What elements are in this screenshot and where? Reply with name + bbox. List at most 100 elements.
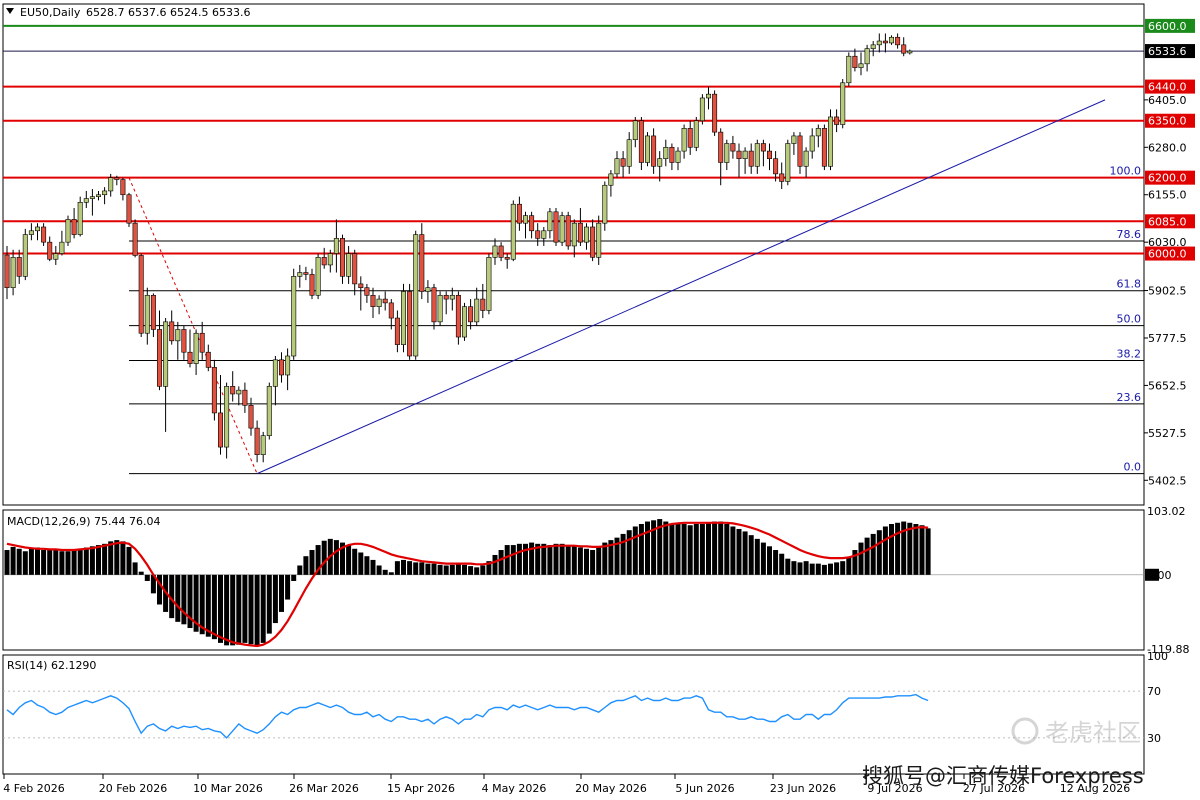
- x-tick-label: 5 Jun 2026: [675, 782, 734, 795]
- macd-bar: [718, 521, 724, 575]
- macd-bar: [425, 563, 431, 575]
- macd-bar: [712, 521, 718, 575]
- candle-body: [285, 355, 291, 376]
- macd-bar: [882, 526, 888, 575]
- candle-body: [632, 120, 638, 141]
- macd-bar: [889, 524, 894, 575]
- macd-bar: [687, 525, 693, 575]
- macd-bar: [870, 533, 876, 575]
- trading-chart[interactable]: 6405.06280.06155.06030.05902.55777.55652…: [0, 0, 1200, 800]
- candle-body: [901, 44, 907, 54]
- candle: [827, 109, 833, 171]
- candle-body: [291, 276, 297, 357]
- macd-bar: [449, 564, 455, 575]
- macd-bar: [809, 563, 815, 575]
- candle-body: [22, 234, 28, 277]
- price-ohlc: 6528.7 6537.6 6524.5 6533.6: [86, 6, 250, 19]
- candle-body: [352, 253, 358, 285]
- candle-body: [773, 158, 779, 175]
- candle-body: [577, 222, 583, 243]
- candle-body: [882, 40, 888, 44]
- candle-body: [553, 211, 559, 243]
- candle-body: [705, 93, 711, 99]
- candle-body: [309, 274, 315, 296]
- candle-body: [224, 386, 230, 448]
- candle: [400, 283, 406, 353]
- macd-bar: [266, 574, 272, 634]
- macd-bar: [364, 556, 370, 575]
- macd-bar: [102, 543, 108, 575]
- candle: [510, 200, 516, 262]
- candle-body: [150, 294, 156, 330]
- macd-bar: [181, 574, 187, 625]
- macd-bar: [254, 574, 260, 647]
- macd-bar: [864, 537, 870, 575]
- candle-body: [169, 321, 175, 342]
- macd-bar: [858, 542, 864, 575]
- candle-body: [370, 294, 376, 307]
- candle-body: [71, 219, 77, 235]
- candle: [339, 234, 345, 284]
- candle: [712, 90, 718, 136]
- macd-bar: [10, 546, 16, 575]
- candle-body: [687, 128, 693, 148]
- candle-body: [510, 203, 516, 260]
- macd-bar: [553, 543, 559, 575]
- candle-body: [333, 238, 339, 254]
- candle: [413, 230, 419, 360]
- candle-body: [278, 359, 284, 376]
- candle-body: [138, 255, 144, 334]
- x-tick-label: 10 Mar 2026: [193, 782, 263, 795]
- candle: [840, 78, 846, 129]
- candle-body: [346, 253, 352, 277]
- candle-body: [407, 291, 413, 357]
- macd-bar: [321, 540, 327, 575]
- x-tick-label: 20 May 2026: [575, 782, 647, 795]
- macd-bar: [65, 551, 71, 575]
- macd-bar: [77, 548, 83, 575]
- macd-bar: [620, 533, 626, 575]
- candle-body: [559, 215, 565, 243]
- candle-body: [760, 143, 766, 152]
- macd-bar: [510, 545, 516, 575]
- candle-body: [638, 120, 644, 163]
- macd-bar: [352, 548, 358, 575]
- x-tick-label: 26 Mar 2026: [289, 782, 359, 795]
- candle-body: [382, 298, 388, 304]
- candle-body: [626, 139, 632, 167]
- candle: [461, 302, 467, 341]
- candle-body: [339, 238, 345, 277]
- candle: [846, 52, 852, 87]
- candle-body: [303, 272, 309, 275]
- macd-bar: [242, 574, 248, 643]
- macd-bar: [455, 564, 461, 575]
- candle-body: [443, 294, 449, 300]
- candle-body: [120, 179, 126, 196]
- fib-level-label: 50.0: [1117, 313, 1142, 326]
- macd-bar: [663, 521, 669, 575]
- candle-body: [297, 272, 303, 277]
- candle-body: [895, 36, 901, 46]
- candle-body: [163, 321, 169, 387]
- level-price-label: 6350.0: [1148, 115, 1187, 128]
- candle-body: [657, 158, 663, 167]
- macd-bar: [559, 543, 565, 575]
- candle: [407, 283, 413, 360]
- candle-body: [827, 116, 833, 167]
- price-y-tick-label: 5652.5: [1148, 379, 1187, 392]
- candle-body: [791, 135, 797, 144]
- candle-body: [102, 190, 108, 196]
- macd-bar: [523, 543, 528, 575]
- candle-body: [547, 211, 553, 232]
- macd-bar: [431, 563, 437, 575]
- candle-body: [211, 367, 217, 414]
- candle: [693, 116, 699, 152]
- candle-body: [175, 329, 181, 342]
- candle: [266, 382, 272, 440]
- macd-bar: [730, 526, 736, 575]
- candle-body: [858, 63, 864, 68]
- candle-body: [468, 306, 474, 323]
- candle-body: [888, 36, 894, 44]
- macd-bar: [388, 572, 394, 575]
- macd-bar: [895, 522, 901, 575]
